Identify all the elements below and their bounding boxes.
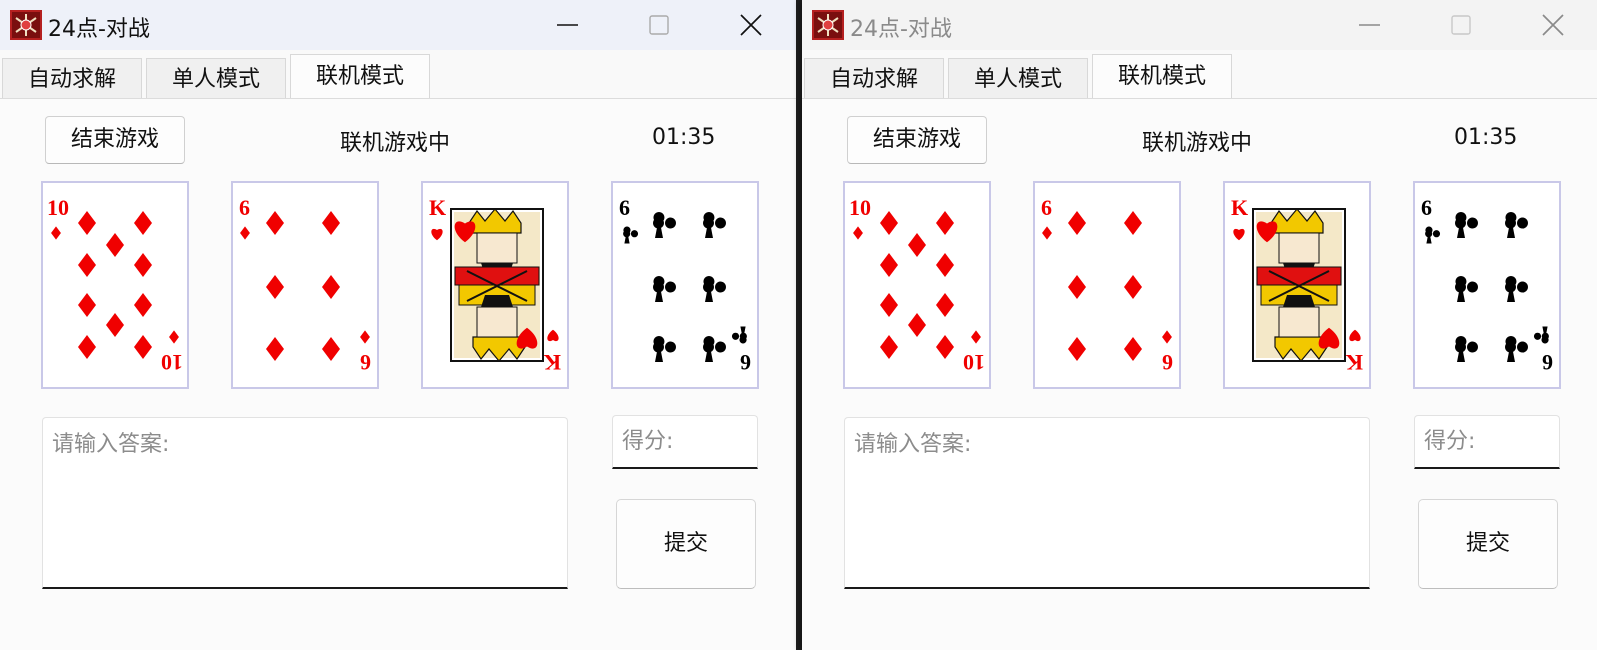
card-6-clubs: 6 6 (1413, 181, 1561, 389)
mode-tabs: 自动求解 单人模式 联机模式 (0, 54, 796, 99)
card-rank-label-inverted: K (1346, 350, 1363, 375)
game-window-left: 24点-对战 自动求解 单人模式 联机模式 结束游戏 联机游戏中 01:35 1… (0, 0, 796, 650)
countdown-timer: 01:35 (652, 125, 716, 150)
card-rank-label-inverted: 10 (963, 350, 985, 375)
card-rank-label-inverted: 6 (740, 350, 751, 375)
end-game-button[interactable]: 结束游戏 (847, 116, 987, 164)
card-6-clubs: 6 6 (611, 181, 759, 389)
tab-single-player[interactable]: 单人模式 (948, 58, 1088, 99)
end-game-button[interactable]: 结束游戏 (45, 116, 185, 164)
countdown-timer: 01:35 (1454, 125, 1518, 150)
card-rank-label-inverted: 6 (1542, 350, 1553, 375)
game-status: 联机游戏中 (340, 131, 451, 156)
card-king-hearts: K K (1223, 181, 1371, 389)
tab-online[interactable]: 联机模式 (290, 54, 430, 99)
minimize-icon (1359, 24, 1380, 26)
minimize-button[interactable] (1347, 0, 1393, 50)
card-10-diamonds: 10 10 (41, 181, 189, 389)
window-title: 24点-对战 (48, 17, 150, 42)
card-rank-label: 10 (849, 195, 871, 220)
card-rank-label-inverted: K (544, 350, 561, 375)
tab-auto-solve[interactable]: 自动求解 (804, 58, 944, 99)
minimize-button[interactable] (545, 0, 591, 50)
card-rank-label: K (1231, 195, 1248, 220)
window-title: 24点-对战 (850, 17, 952, 42)
close-button[interactable] (1530, 0, 1576, 50)
king-portrait (1252, 208, 1346, 362)
tab-online[interactable]: 联机模式 (1092, 54, 1232, 99)
online-mode-pane: 结束游戏 联机游戏中 01:35 10 10 6 6 K K 6 6 请输入答案… (0, 98, 796, 650)
card-rank-label-inverted: 10 (161, 350, 183, 375)
king-portrait (450, 208, 544, 362)
card-rank-label: K (429, 195, 446, 220)
app-icon (10, 10, 42, 40)
game-window-right: 24点-对战 自动求解 单人模式 联机模式 结束游戏 联机游戏中 01:35 1… (802, 0, 1597, 650)
maximize-button[interactable] (636, 0, 682, 50)
card-6-diamonds: 6 6 (231, 181, 379, 389)
score-field[interactable] (1414, 415, 1560, 469)
card-rank-label: 6 (1421, 195, 1432, 220)
app-icon (812, 10, 844, 40)
title-bar[interactable]: 24点-对战 (0, 0, 796, 50)
close-button[interactable] (728, 0, 774, 50)
submit-button[interactable]: 提交 (616, 499, 756, 589)
tab-single-player[interactable]: 单人模式 (146, 58, 286, 99)
card-10-diamonds: 10 10 (843, 181, 991, 389)
answer-input[interactable] (844, 417, 1370, 589)
card-rank-label-inverted: 6 (360, 350, 371, 375)
maximize-icon (1451, 15, 1471, 35)
maximize-button[interactable] (1438, 0, 1484, 50)
close-icon (740, 14, 762, 36)
card-king-hearts: K K (421, 181, 569, 389)
submit-button[interactable]: 提交 (1418, 499, 1558, 589)
card-rank-label: 6 (619, 195, 630, 220)
card-rank-label-inverted: 6 (1162, 350, 1173, 375)
close-icon (1542, 14, 1564, 36)
score-field[interactable] (612, 415, 758, 469)
minimize-icon (557, 24, 578, 26)
title-bar[interactable]: 24点-对战 (802, 0, 1597, 50)
answer-input[interactable] (42, 417, 568, 589)
card-rank-label: 6 (239, 195, 250, 220)
tab-auto-solve[interactable]: 自动求解 (2, 58, 142, 99)
online-mode-pane: 结束游戏 联机游戏中 01:35 10 10 6 6 K K 6 6 请输入答案… (802, 98, 1597, 650)
game-status: 联机游戏中 (1142, 131, 1253, 156)
card-rank-label: 6 (1041, 195, 1052, 220)
card-6-diamonds: 6 6 (1033, 181, 1181, 389)
card-rank-label: 10 (47, 195, 69, 220)
mode-tabs: 自动求解 单人模式 联机模式 (802, 54, 1597, 99)
maximize-icon (649, 15, 669, 35)
